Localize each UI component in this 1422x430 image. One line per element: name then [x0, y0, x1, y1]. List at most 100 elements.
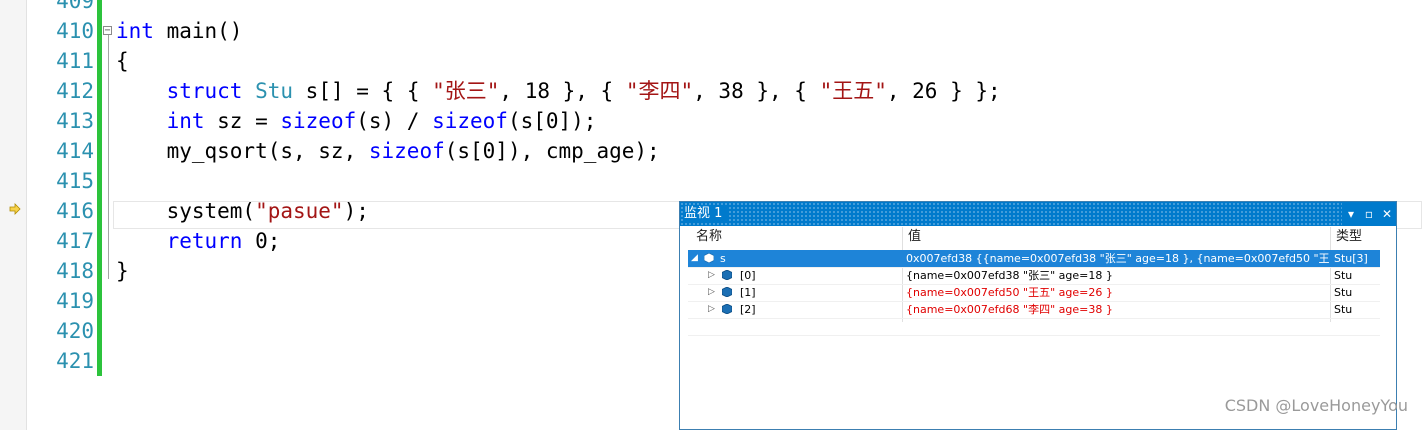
- watch-name-cell[interactable]: ▷ [1]: [688, 284, 902, 301]
- line-number: 418: [56, 259, 94, 283]
- code-token: , 18 }, {: [499, 79, 626, 103]
- watch-type-cell: Stu[3]: [1334, 252, 1368, 265]
- watch-variable-name: [2]: [740, 303, 756, 316]
- code-line[interactable]: 409: [0, 0, 1422, 16]
- watch-value-cell[interactable]: 0x007efd38 {{name=0x007efd38 "张三" age=18…: [906, 250, 1330, 267]
- line-number: 410: [56, 19, 94, 43]
- code-token: , 26 } };: [886, 79, 1001, 103]
- keyword-token: return: [166, 229, 243, 253]
- expand-triangle-icon[interactable]: ▷: [708, 301, 715, 318]
- watch-title-bar[interactable]: 监视 1 ▾ ▫ ✕: [680, 202, 1396, 226]
- line-number: 412: [56, 79, 94, 103]
- watch-row[interactable]: ▷ [2] {name=0x007efd68 "李四" age=38 } Stu: [688, 301, 1380, 318]
- code-token: main(): [153, 19, 243, 43]
- string-token: "李四": [625, 79, 694, 103]
- watch-name-cell[interactable]: ◢ s: [688, 250, 902, 267]
- watch-row[interactable]: ◢ s 0x007efd38 {{name=0x007efd38 "张三" age=…: [688, 250, 1380, 267]
- code-token: (s) /: [356, 109, 433, 133]
- keyword-token: sizeof: [368, 139, 445, 163]
- expand-triangle-icon[interactable]: ▷: [708, 267, 715, 284]
- row-separator: [688, 318, 1380, 319]
- change-indicator-bar: [97, 316, 102, 346]
- code-token: 0;: [242, 229, 281, 253]
- collapse-outline-icon[interactable]: −: [103, 26, 112, 36]
- watermark: CSDN @LoveHoneyYou: [1224, 396, 1408, 415]
- code-line[interactable]: 415: [0, 166, 1422, 196]
- column-header-name[interactable]: 名称: [692, 227, 902, 247]
- change-indicator-bar: [97, 166, 102, 196]
- code-text: return 0;: [116, 226, 281, 256]
- watch-column-headers: 名称 值 类型: [680, 227, 1380, 247]
- change-indicator-bar: [97, 136, 102, 166]
- change-indicator-bar: [97, 76, 102, 106]
- change-indicator-bar: [97, 106, 102, 136]
- change-indicator-bar: [97, 46, 102, 76]
- type-token: Stu: [255, 79, 294, 103]
- watch-value-cell[interactable]: {name=0x007efd50 "王五" age=26 }: [906, 284, 1330, 301]
- window-position-dropdown-icon[interactable]: ▾: [1342, 202, 1360, 226]
- line-number: 411: [56, 49, 94, 73]
- code-token: (s[0]), cmp_age);: [444, 139, 660, 163]
- column-header-value[interactable]: 值: [904, 227, 1332, 247]
- outline-guide-line: [108, 35, 109, 279]
- string-token: "张三": [432, 79, 500, 103]
- watch-variable-name: [1]: [740, 286, 756, 299]
- string-token: "王五": [819, 79, 887, 103]
- close-icon[interactable]: ✕: [1378, 202, 1396, 226]
- collapse-triangle-icon[interactable]: ◢: [691, 250, 698, 267]
- object-icon: [722, 270, 732, 280]
- code-text: }: [116, 256, 129, 286]
- change-indicator-bar: [97, 16, 102, 46]
- code-token: my_qsort(s, sz,: [116, 139, 369, 163]
- object-icon: [704, 253, 714, 263]
- expand-triangle-icon[interactable]: ▷: [708, 284, 715, 301]
- watch-name-cell[interactable]: ▷ [2]: [688, 301, 902, 318]
- change-indicator-bar: [97, 0, 102, 16]
- code-token: sz =: [204, 109, 281, 133]
- keyword-token: int: [116, 19, 154, 43]
- code-line[interactable]: 412 struct Stu s[] = { { "张三", 18 }, { "…: [0, 76, 1422, 106]
- row-separator: [688, 335, 1380, 336]
- watch-row[interactable]: ▷ [0] {name=0x007efd38 "张三" age=18 } Stu: [688, 267, 1380, 284]
- keyword-token: sizeof: [280, 109, 357, 133]
- line-number: 409: [56, 0, 94, 13]
- code-text: int main(): [116, 16, 242, 46]
- code-line[interactable]: 414 my_qsort(s, sz, sizeof(s[0]), cmp_ag…: [0, 136, 1422, 166]
- code-text: struct Stu s[] = { { "张三", 18 }, { "李四",…: [116, 76, 1001, 106]
- watch-title: 监视 1: [684, 206, 729, 221]
- keyword-token: int: [166, 109, 205, 133]
- change-indicator-bar: [97, 196, 102, 226]
- watch-row[interactable]: ▷ [1] {name=0x007efd50 "王五" age=26 } Stu: [688, 284, 1380, 301]
- watch-value-cell[interactable]: {name=0x007efd38 "张三" age=18 }: [906, 267, 1330, 284]
- watch-variable-name: s: [720, 252, 726, 265]
- line-number: 417: [56, 229, 94, 253]
- watch-name-cell[interactable]: ▷ [0]: [688, 267, 902, 284]
- keyword-token: struct: [166, 79, 243, 103]
- code-token: s[] = { {: [293, 79, 433, 103]
- maximize-icon[interactable]: ▫: [1360, 202, 1378, 226]
- watch-type-cell: Stu: [1334, 286, 1353, 299]
- code-token: , 38 }, {: [693, 79, 820, 103]
- line-number: 414: [56, 139, 94, 163]
- code-token: {: [116, 49, 129, 73]
- change-indicator-bar: [97, 256, 102, 286]
- code-line[interactable]: 410 int main(): [0, 16, 1422, 46]
- line-number: 419: [56, 289, 94, 313]
- column-header-type[interactable]: 类型: [1332, 227, 1380, 247]
- change-indicator-bar: [97, 286, 102, 316]
- code-line[interactable]: 413 int sz = sizeof(s) / sizeof(s[0]);: [0, 106, 1422, 136]
- object-icon: [722, 304, 732, 314]
- code-text: int sz = sizeof(s) / sizeof(s[0]);: [116, 106, 597, 136]
- watch-type-cell: Stu: [1334, 303, 1353, 316]
- code-line[interactable]: 411 {: [0, 46, 1422, 76]
- watch-value-cell[interactable]: {name=0x007efd68 "李四" age=38 }: [906, 301, 1330, 318]
- line-number: 421: [56, 349, 94, 373]
- watch-variable-name: [0]: [740, 269, 756, 282]
- code-text: {: [116, 46, 129, 76]
- line-number: 413: [56, 109, 94, 133]
- change-indicator-bar: [97, 226, 102, 256]
